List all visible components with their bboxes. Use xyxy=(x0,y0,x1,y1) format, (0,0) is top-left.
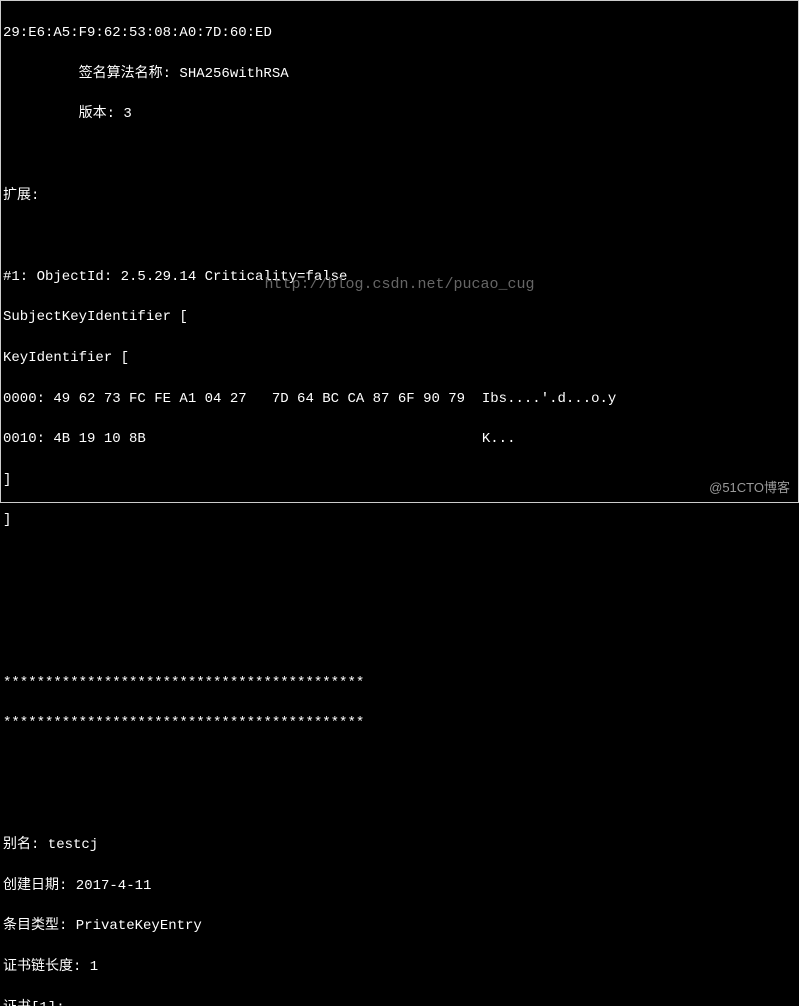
line-fingerprint: 29:E6:A5:F9:62:53:08:A0:7D:60:ED xyxy=(3,25,272,41)
line-key-id: KeyIdentifier [ xyxy=(3,350,129,366)
line-hex-0010: 0010: 4B 19 10 8B K... xyxy=(3,431,515,447)
line-version: 版本: 3 xyxy=(3,106,132,122)
line-objectid: #1: ObjectId: 2.5.29.14 Criticality=fals… xyxy=(3,269,347,285)
line-hex-0000: 0000: 49 62 73 FC FE A1 04 27 7D 64 BC C… xyxy=(3,391,616,407)
line-separator: ****************************************… xyxy=(3,715,364,731)
line-signature-algo: 签名算法名称: SHA256withRSA xyxy=(3,66,289,82)
line-entry-type: 条目类型: PrivateKeyEntry xyxy=(3,918,202,934)
line-bracket: ] xyxy=(3,472,11,488)
terminal-output: 29:E6:A5:F9:62:53:08:A0:7D:60:ED 签名算法名称:… xyxy=(1,1,798,1006)
line-bracket: ] xyxy=(3,512,11,528)
line-cert: 证书[1]: xyxy=(3,1000,65,1006)
line-chain-length: 证书链长度: 1 xyxy=(3,959,98,975)
line-extensions: 扩展: xyxy=(3,188,39,204)
line-created-date: 创建日期: 2017-4-11 xyxy=(3,878,151,894)
line-separator: ****************************************… xyxy=(3,675,364,691)
line-subject-key-id: SubjectKeyIdentifier [ xyxy=(3,309,188,325)
line-alias: 别名: testcj xyxy=(3,837,98,853)
